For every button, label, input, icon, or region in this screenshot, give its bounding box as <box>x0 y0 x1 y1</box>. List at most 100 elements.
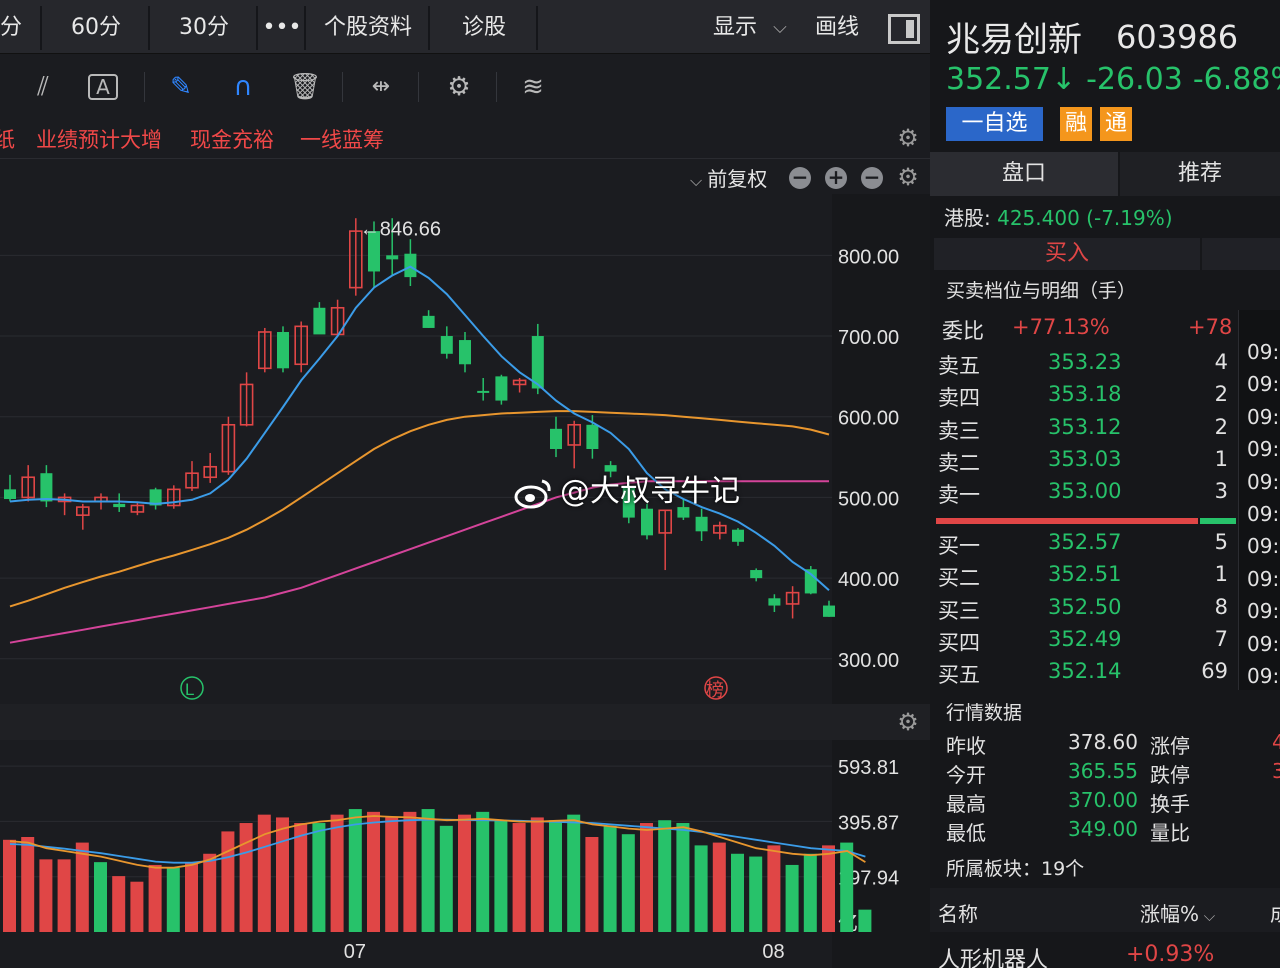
candlestick-chart[interactable]: 800.00 700.00 600.00 500.00 400.00 300.00 ←846… <box>0 194 930 704</box>
ask-row: 卖一 353.00 3 <box>938 479 1238 511</box>
pen-icon[interactable]: ✎ <box>164 70 198 104</box>
volume-bar <box>385 817 399 932</box>
sector-row[interactable]: 人形机器人 +0.93% <box>930 934 1280 968</box>
volume-bar <box>367 811 380 932</box>
detail-time: 09: <box>1247 340 1280 364</box>
display-menu[interactable]: 显示 <box>700 6 770 50</box>
ask-label: 卖四 <box>938 386 980 411</box>
trash-icon[interactable]: 🗑 <box>288 70 322 104</box>
stretch-icon[interactable]: ⇹ <box>364 70 398 104</box>
minus-icon[interactable]: − <box>861 167 883 189</box>
volume-bar <box>312 823 326 932</box>
ask-qty: 2 <box>1214 382 1228 407</box>
tab-30min[interactable]: 30分 <box>152 6 258 50</box>
volume-bar <box>549 820 562 932</box>
draw-menu[interactable]: 画线 <box>802 6 872 50</box>
price-row: 352.57↓ -26.03 -6.88% <box>946 62 1280 97</box>
bid-price: 352.51 <box>1048 562 1122 587</box>
tag-0[interactable]: 纸 <box>0 124 15 154</box>
detail-time: 09: <box>1247 469 1280 494</box>
volume-chart[interactable]: 593.81395.87197.94亿0708 <box>0 740 930 968</box>
bid-label: 买三 <box>938 598 980 623</box>
volume-bar <box>676 823 690 932</box>
tag-1[interactable]: 业绩预计大增 <box>36 124 162 154</box>
bid-qty: 1 <box>1214 562 1228 587</box>
sort-change-button[interactable]: 涨幅% ⌵ <box>1140 898 1215 927</box>
tab-orderbook[interactable]: 盘口 <box>930 152 1118 196</box>
tab-stock-profile[interactable]: 个股资料 <box>308 6 430 50</box>
trade-detail-column[interactable]: 09: 09: 09: 09: 09: 09: 09: 09: 09: 09: 09: <box>1238 310 1280 690</box>
tab-recommend[interactable]: 推荐 <box>1120 152 1280 196</box>
volume-bar <box>276 817 289 932</box>
candle <box>440 336 453 354</box>
market-row: 最低 349.00 量比 <box>946 817 1280 845</box>
candle <box>277 331 289 369</box>
market-row: 今开 365.55 跌停 3 <box>946 759 1280 787</box>
volume-bar <box>712 842 726 932</box>
chevron-down-icon[interactable]: ⌵ <box>768 6 792 50</box>
minus-icon[interactable]: − <box>789 167 811 189</box>
chevron-down-icon: ⌵ <box>690 171 708 190</box>
x-tick-label: 08 <box>762 941 784 963</box>
ask-qty: 1 <box>1214 446 1228 471</box>
y-axis-area <box>832 194 930 704</box>
fib-line-icon[interactable]: ⫽ <box>26 70 60 104</box>
bid-ask-ratio: 委比 +77.13% +78 明细 <box>942 315 1275 373</box>
plus-icon[interactable]: + <box>825 167 847 189</box>
gear-icon[interactable]: ⚙ <box>894 124 922 152</box>
ask-row: 卖四 353.18 2 <box>938 382 1238 414</box>
drawing-toolbar: ⫽ A ✎ ∩ 🗑 ⇹ ⚙ ≋ <box>0 58 930 116</box>
market-value: 349.00 <box>1068 817 1138 841</box>
add-watchlist-button[interactable]: 一自选 <box>946 107 1043 141</box>
period-tabs: 分 60分 30分 ••• 个股资料 诊股 显示 ⌵ 画线 <box>0 0 930 54</box>
volume-bar <box>530 817 544 932</box>
y-tick-label: 800.00 <box>838 246 899 268</box>
tab-day[interactable]: 分 <box>0 6 42 50</box>
detail-time: 09: <box>1247 372 1280 397</box>
market-key2: 涨停 <box>1150 734 1190 758</box>
text-annotation-icon[interactable]: A <box>88 74 118 100</box>
peak-label: ←846.66 <box>360 219 441 241</box>
layers-icon[interactable]: ≋ <box>516 70 550 104</box>
volume-bar <box>512 823 526 932</box>
volume-bar <box>567 814 581 932</box>
volume-bar <box>39 859 53 932</box>
market-value2: 4 <box>1272 730 1280 754</box>
tab-more[interactable]: ••• <box>260 6 306 50</box>
detail-time: 09: <box>1247 599 1280 624</box>
bid-row: 买四 352.49 7 <box>938 627 1238 659</box>
bid-qty: 8 <box>1214 594 1228 619</box>
ask-row: 卖五 353.23 4 <box>938 350 1238 382</box>
chart-panel: 分 60分 30分 ••• 个股资料 诊股 显示 ⌵ 画线 ⫽ A ✎ ∩ 🗑 … <box>0 0 930 968</box>
candle <box>422 315 435 328</box>
buy-button[interactable]: 买入 <box>934 238 1200 270</box>
gear-icon[interactable]: ⚙ <box>894 708 922 736</box>
price-change-pct: -6.88% <box>1192 62 1280 97</box>
layout-toggle-icon[interactable] <box>888 14 920 44</box>
bid-price: 352.49 <box>1048 626 1122 651</box>
volume-bar <box>494 820 508 932</box>
connect-badge: 通 <box>1100 107 1132 141</box>
ask-price: 353.03 <box>1048 446 1122 471</box>
bid-row: 买三 352.50 8 <box>938 595 1238 627</box>
candle <box>459 340 471 365</box>
tab-60min[interactable]: 60分 <box>44 6 150 50</box>
volume-bar <box>330 814 344 932</box>
adjust-selector[interactable]: ⌵ 前复权 <box>690 163 767 192</box>
tag-3[interactable]: 一线蓝筹 <box>300 124 384 154</box>
sell-button[interactable] <box>1202 238 1280 270</box>
tab-diagnose[interactable]: 诊股 <box>432 6 538 50</box>
settings-icon[interactable]: ⚙ <box>442 70 476 104</box>
volume-bar <box>822 845 835 932</box>
volume-bar <box>731 853 744 932</box>
y-tick-label: 400.00 <box>838 569 899 591</box>
volume-bar <box>148 864 162 932</box>
bid-label: 买一 <box>938 534 980 558</box>
gear-icon[interactable]: ⚙ <box>894 163 922 191</box>
price-change: -26.03 <box>1086 62 1183 97</box>
x-tick-label: 07 <box>344 941 366 963</box>
tag-2[interactable]: 现金充裕 <box>190 124 274 154</box>
quote-panel: 兆易创新 603986 352.57↓-26.03-6.88% 一自选 融 通 … <box>930 0 1280 968</box>
ask-label: 卖三 <box>938 418 980 443</box>
magnet-icon[interactable]: ∩ <box>226 70 260 104</box>
